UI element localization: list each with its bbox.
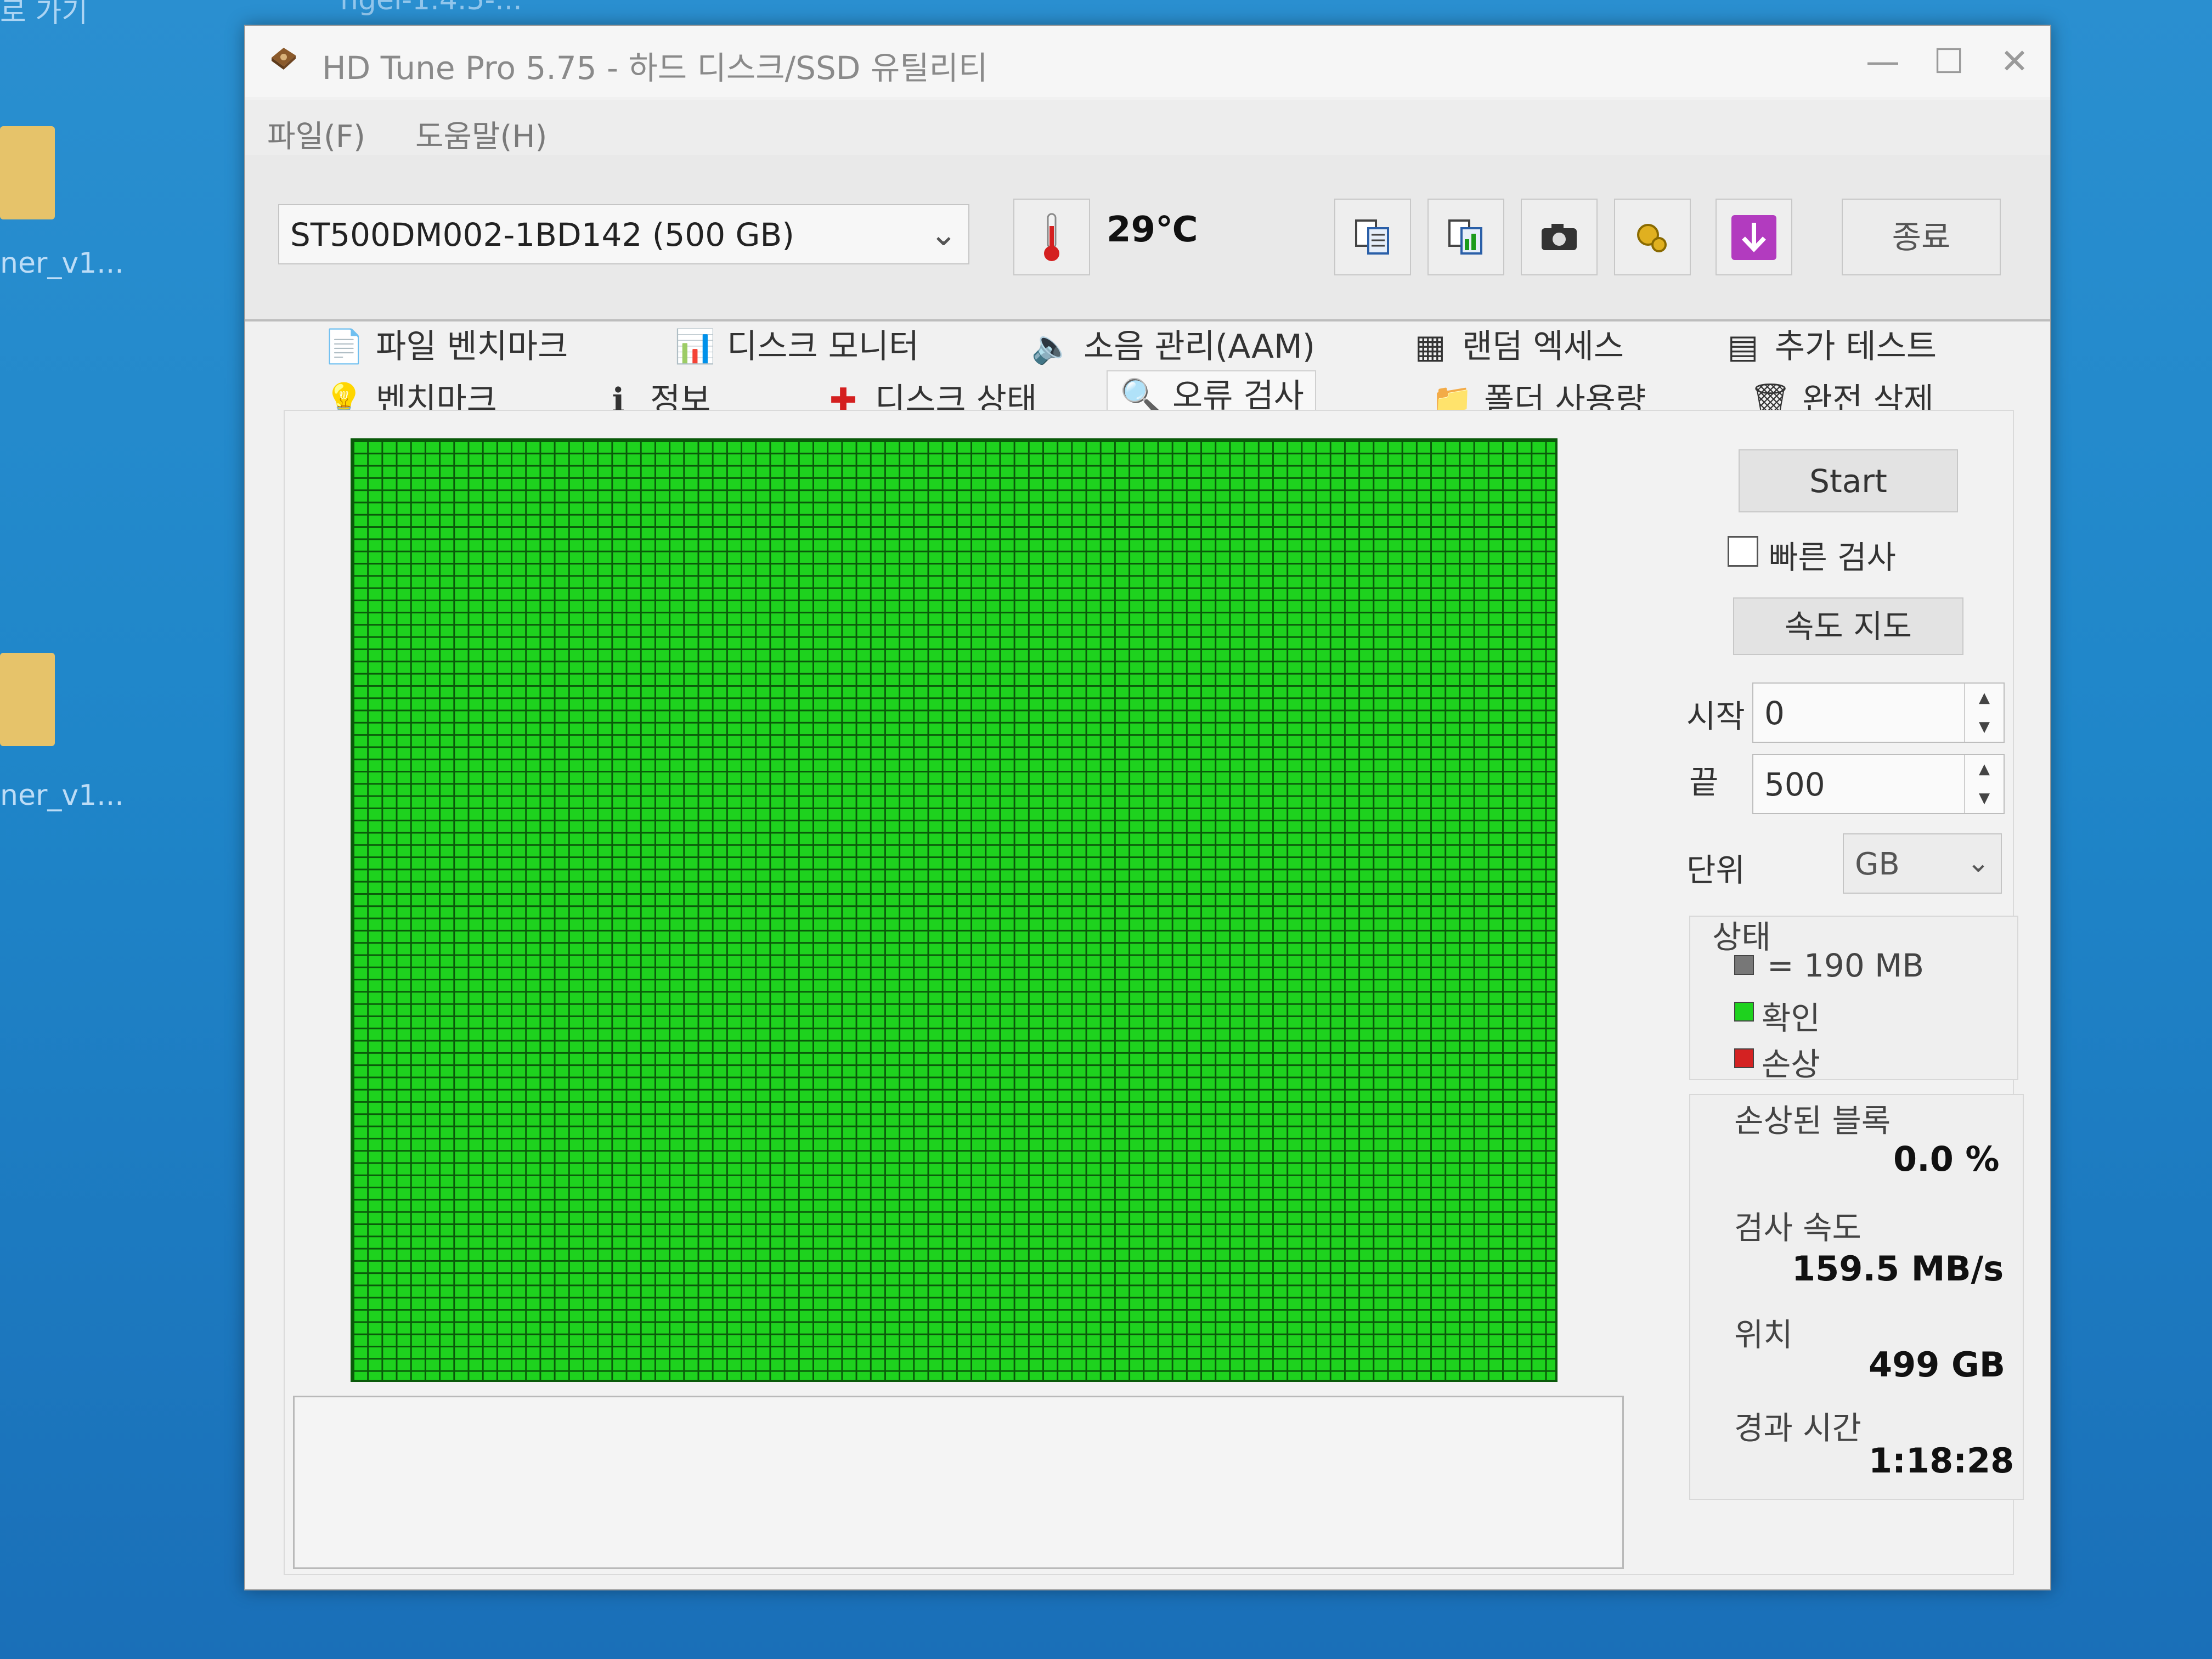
damaged-blocks-label: 손상된 블록 [1734, 1102, 1891, 1139]
close-button[interactable]: ✕ [1984, 37, 2045, 86]
arrow-down-icon[interactable]: ▼ [1965, 713, 2004, 742]
start-field-label: 시작 [1686, 698, 1745, 735]
desktop-folder-icon[interactable] [0, 126, 55, 219]
block-map [351, 438, 1558, 1382]
tab-file-benchmark[interactable]: 📄 파일 벤치마크 [322, 322, 568, 371]
legend-title: 상태 [1712, 918, 1771, 956]
desktop-folder-icon[interactable] [0, 653, 55, 746]
error-scan-panel: Start 빠른 검사 속도 지도 시작 0 ▲ ▼ 끝 500 ▲ ▼ 단위 … [284, 410, 2024, 1575]
chevron-down-icon: ⌄ [1967, 847, 1990, 878]
arrow-up-icon[interactable]: ▲ [1965, 755, 2004, 784]
copy-screenshot-button[interactable] [1427, 199, 1504, 275]
temperature-value: 29℃ [1107, 210, 1198, 250]
save-download-icon [1731, 215, 1776, 260]
unit-select[interactable]: GB ⌄ [1843, 833, 2002, 894]
file-benchmark-icon: 📄 [323, 328, 365, 366]
menu-bar: 파일(F) 도움말(H) [245, 100, 2050, 155]
chevron-down-icon: ⌄ [929, 215, 957, 253]
quick-scan-label: 빠른 검사 [1769, 539, 1896, 576]
spin-arrows[interactable]: ▲ ▼ [1964, 755, 2004, 813]
scan-speed-label: 검사 속도 [1734, 1209, 1861, 1246]
tab-aam[interactable]: 🔈 소음 관리(AAM) [1030, 322, 1316, 371]
desktop-shortcut-label: 로 가기 [0, 0, 88, 29]
thermometer-icon [1044, 213, 1059, 261]
start-value: 0 [1764, 695, 1785, 732]
damaged-swatch [1734, 1048, 1754, 1068]
end-field-label: 끝 [1689, 764, 1719, 801]
unit-value: GB [1855, 847, 1900, 882]
copy-text-button[interactable] [1334, 199, 1411, 275]
tab-label: 파일 벤치마크 [376, 328, 568, 366]
tab-label: 소음 관리(AAM) [1084, 328, 1316, 366]
title-bar[interactable]: HD Tune Pro 5.75 - 하드 디스크/SSD 유틸리티 — ☐ ✕ [245, 26, 2050, 97]
menu-help[interactable]: 도움말(H) [415, 112, 547, 156]
start-button[interactable]: Start [1739, 449, 1958, 512]
extra-tests-icon: ▤ [1727, 328, 1759, 366]
arrow-down-icon[interactable]: ▼ [1965, 784, 2004, 813]
desktop-icon-label: ner_v1... [0, 779, 124, 812]
ok-label: 확인 [1762, 1000, 1820, 1037]
disk-monitor-icon: 📊 [674, 328, 716, 366]
random-access-icon: ▦ [1414, 328, 1446, 366]
status-legend: 상태 = 190 MB 확인 손상 [1689, 916, 2018, 1083]
tab-extra-tests[interactable]: ▤ 추가 테스트 [1721, 322, 1937, 371]
temperature-button[interactable] [1013, 199, 1090, 275]
position-label: 위치 [1734, 1316, 1793, 1353]
desktop-file-label: ngel-1.4.5-... [340, 0, 522, 16]
scan-speed-value: 159.5 MB/s [1792, 1249, 2004, 1289]
arrow-up-icon[interactable]: ▲ [1965, 684, 2004, 713]
drive-select-value: ST500DM002-1BD142 (500 GB) [290, 216, 794, 253]
tab-random-access[interactable]: ▦ 랜덤 엑세스 [1408, 322, 1624, 371]
options-icon [1637, 224, 1667, 252]
speed-map-button[interactable]: 속도 지도 [1733, 597, 1963, 655]
copy-text-icon [1355, 219, 1389, 255]
ok-swatch [1734, 1002, 1754, 1022]
tab-label: 디스크 모니터 [727, 328, 919, 366]
copy-screenshot-icon [1448, 219, 1482, 255]
spin-arrows[interactable]: ▲ ▼ [1964, 684, 2004, 742]
speaker-icon: 🔈 [1031, 328, 1073, 366]
minimize-button[interactable]: — [1853, 37, 1913, 86]
desktop-icon-label: ner_v1... [0, 247, 124, 280]
elapsed-value: 1:18:28 [1869, 1441, 2015, 1481]
app-window: HD Tune Pro 5.75 - 하드 디스크/SSD 유틸리티 — ☐ ✕… [244, 25, 2051, 1590]
elapsed-label: 경과 시간 [1734, 1409, 1861, 1447]
menu-file[interactable]: 파일(F) [267, 112, 365, 156]
block-size-label: = 190 MB [1767, 947, 1925, 984]
drive-select[interactable]: ST500DM002-1BD142 (500 GB) ⌄ [278, 204, 969, 264]
position-value: 499 GB [1869, 1345, 2006, 1385]
window-title: HD Tune Pro 5.75 - 하드 디스크/SSD 유틸리티 [322, 49, 988, 87]
screenshot-button[interactable] [1521, 199, 1598, 275]
tab-label: 추가 테스트 [1775, 328, 1937, 366]
damaged-blocks-value: 0.0 % [1893, 1139, 2000, 1179]
maximize-button[interactable]: ☐ [1918, 37, 1979, 86]
tab-label: 랜덤 엑세스 [1462, 328, 1624, 366]
end-spinbox[interactable]: 500 ▲ ▼ [1752, 754, 2005, 814]
toolbar: ST500DM002-1BD142 (500 GB) ⌄ 29℃ 종료 [245, 155, 2050, 321]
unit-label: 단위 [1686, 851, 1745, 889]
block-swatch [1734, 955, 1754, 975]
options-button[interactable] [1614, 199, 1691, 275]
save-button[interactable] [1716, 199, 1792, 275]
damaged-label: 손상 [1762, 1046, 1820, 1083]
log-area [293, 1396, 1624, 1569]
camera-icon [1542, 224, 1577, 250]
start-spinbox[interactable]: 0 ▲ ▼ [1752, 682, 2005, 743]
quick-scan-checkbox[interactable] [1728, 536, 1758, 567]
tab-disk-monitor[interactable]: 📊 디스크 모니터 [673, 322, 919, 371]
end-value: 500 [1764, 766, 1825, 803]
exit-button[interactable]: 종료 [1842, 199, 2001, 275]
hdtune-app-icon [272, 48, 296, 70]
scan-stats: 손상된 블록 0.0 % 검사 속도 159.5 MB/s 위치 499 GB … [1689, 1094, 2024, 1500]
